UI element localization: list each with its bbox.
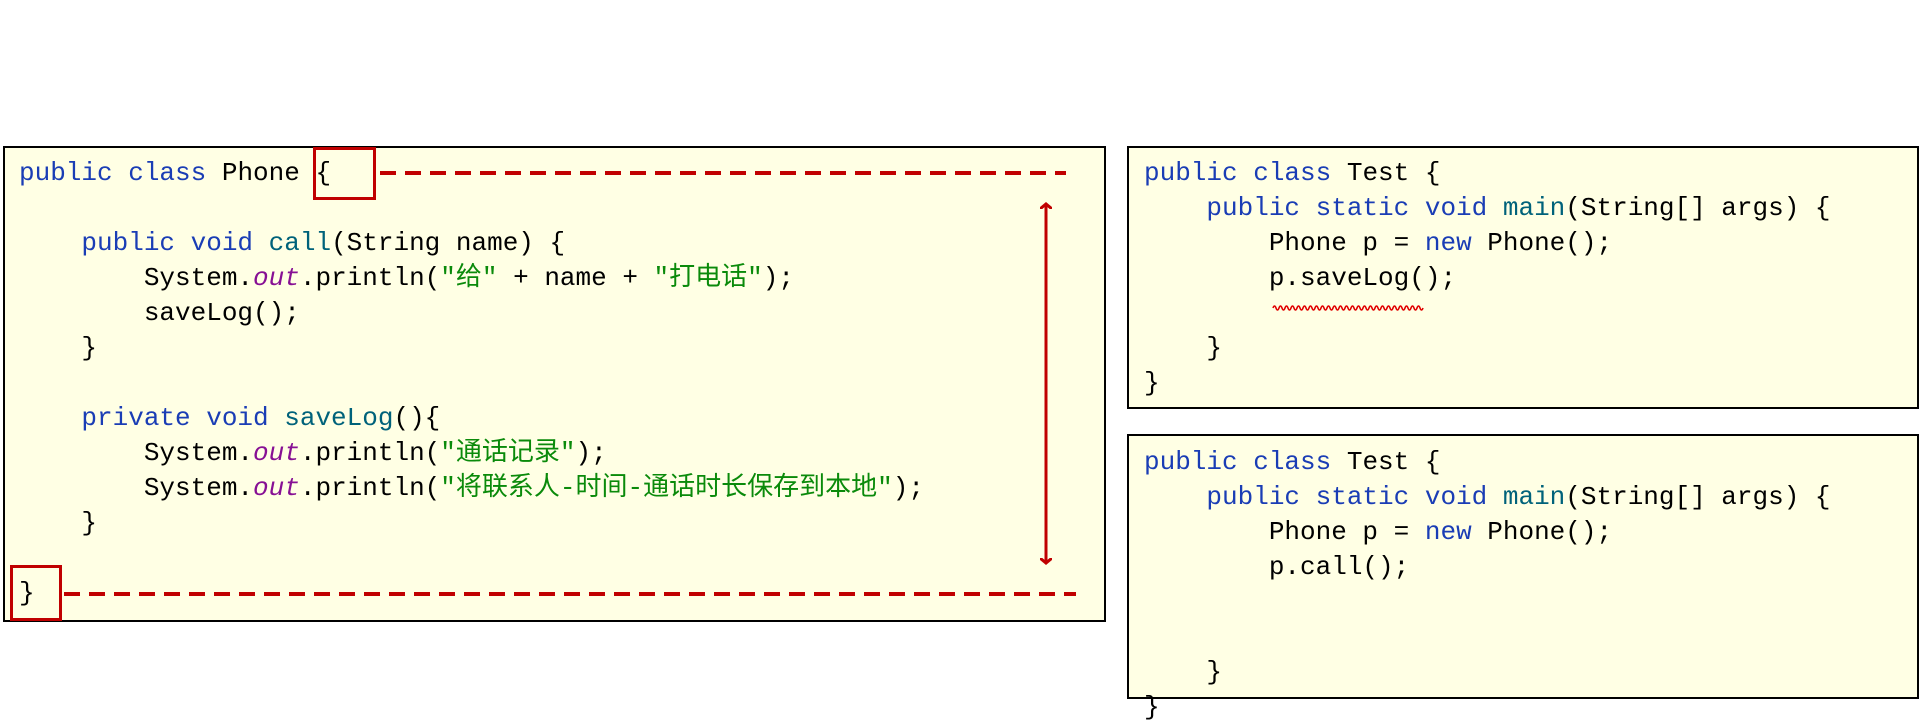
error-wavy-underline <box>1272 305 1424 311</box>
scope-annotations <box>64 171 1424 596</box>
